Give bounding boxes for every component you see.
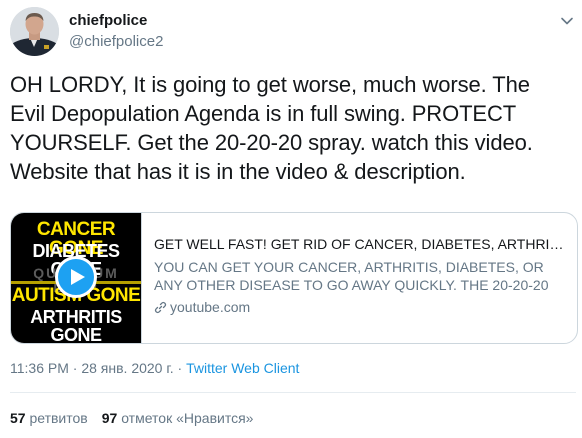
retweets-label: ретвитов [29,410,88,426]
retweets-count: 57 [10,410,26,426]
user-handle[interactable]: @chiefpolice2 [69,33,163,51]
card-domain: youtube.com [154,298,566,316]
card-description: YOU CAN GET YOUR CANCER, ARTHRITIS, DIAB… [154,259,549,293]
display-name[interactable]: chiefpolice [69,12,147,30]
avatar[interactable] [10,7,59,56]
card-domain-text: youtube.com [170,299,251,315]
timestamp[interactable]: 11:36 PM · 28 янв. 2020 г. · [10,360,186,376]
tweet-meta: 11:36 PM · 28 янв. 2020 г. · Twitter Web… [10,359,299,377]
retweets-stat[interactable]: 57 ретвитов [10,410,88,426]
card-title: GET WELL FAST! GET RID OF CANCER, DIABET… [154,236,566,252]
source-client-link[interactable]: Twitter Web Client [186,360,299,376]
play-button[interactable] [55,256,97,298]
tweet: chiefpolice @chiefpolice2 OH LORDY, It i… [0,0,582,438]
likes-label: отметок «Нравится» [121,410,254,426]
likes-stat[interactable]: 97 отметок «Нравится» [102,410,254,426]
card-body[interactable]: GET WELL FAST! GET RID OF CANCER, DIABET… [154,235,566,316]
tweet-stats: 57 ретвитов 97 отметок «Нравится» [10,409,253,427]
link-card[interactable]: CANCER GONE DIABETES GONE QUANTUM LEAP A… [10,212,578,344]
tweet-text: OH LORDY, It is going to get worse, much… [10,72,533,184]
divider [10,392,576,393]
link-icon [154,301,167,313]
thumbnail-text: ARTHRITIS GONE [30,307,122,343]
video-thumbnail[interactable]: CANCER GONE DIABETES GONE QUANTUM LEAP A… [11,213,142,343]
likes-count: 97 [101,410,118,426]
chevron-down-icon[interactable] [560,14,574,28]
play-icon [71,269,85,285]
